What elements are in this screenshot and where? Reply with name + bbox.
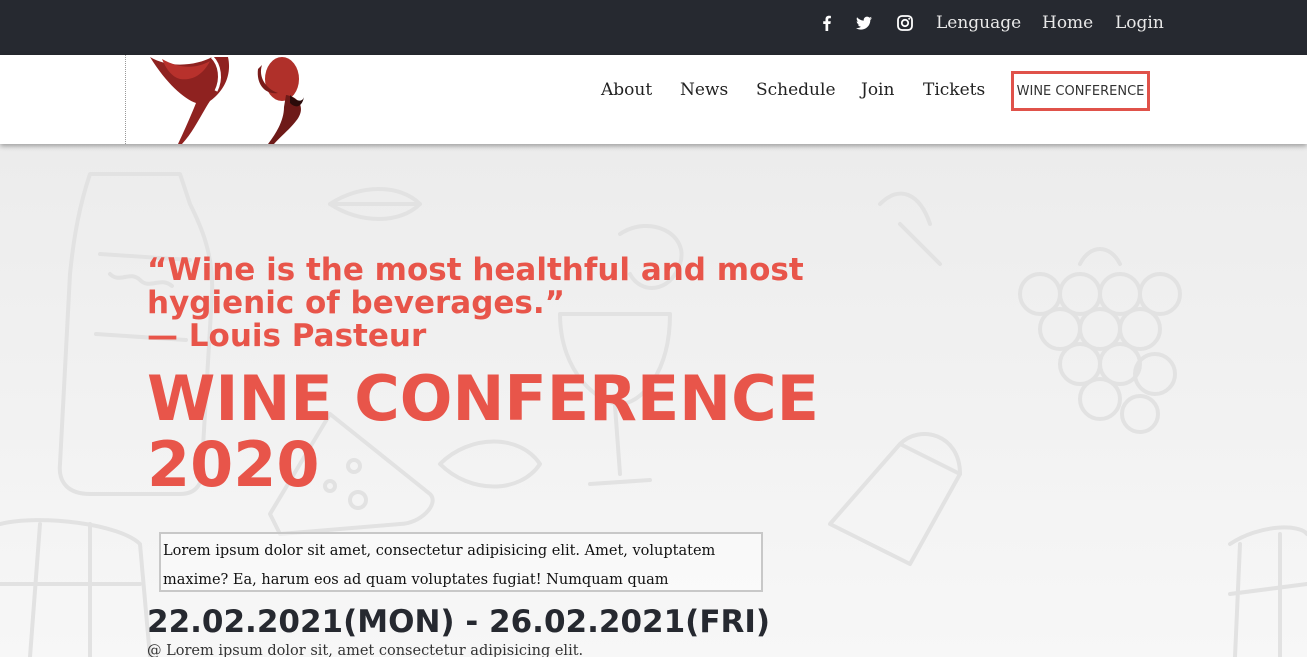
hero-section: “Wine is the most healthful and most hyg… <box>0 144 1307 657</box>
wine-logo[interactable] <box>140 55 310 144</box>
quote-text: “Wine is the most healthful and most hyg… <box>147 252 804 321</box>
event-venue: @ Lorem ipsum dolor sit, amet consectetu… <box>147 643 584 657</box>
nav-item-news[interactable]: News <box>680 80 728 100</box>
divider <box>125 55 126 144</box>
nav-item-tickets[interactable]: Tickets <box>923 80 985 100</box>
hero-quote: “Wine is the most healthful and most hyg… <box>147 254 827 353</box>
main-nav: About News Schedule Join Tickets WINE CO… <box>0 55 1307 144</box>
hero-title-line1: WINE CONFERENCE <box>147 362 819 435</box>
nav-item-about[interactable]: About <box>601 80 652 100</box>
nav-item-schedule[interactable]: Schedule <box>756 80 836 100</box>
hero-description: Lorem ipsum dolor sit amet, consectetur … <box>159 532 763 592</box>
top-bar: Lenguage Home Login <box>0 0 1307 55</box>
language-link[interactable]: Lenguage <box>936 13 1021 33</box>
instagram-icon[interactable] <box>896 14 914 32</box>
home-link[interactable]: Home <box>1042 13 1093 33</box>
hero-title-line2: 2020 <box>147 428 320 501</box>
hero-title: WINE CONFERENCE 2020 <box>147 366 847 498</box>
wine-conference-button[interactable]: WINE CONFERENCE <box>1011 71 1150 111</box>
twitter-icon[interactable] <box>855 14 873 32</box>
quote-author: — Louis Pasteur <box>147 318 427 354</box>
nav-item-join[interactable]: Join <box>861 80 894 100</box>
login-link[interactable]: Login <box>1115 13 1164 33</box>
facebook-icon[interactable] <box>818 14 836 32</box>
event-dates: 22.02.2021(MON) - 26.02.2021(FRI) <box>147 604 771 640</box>
